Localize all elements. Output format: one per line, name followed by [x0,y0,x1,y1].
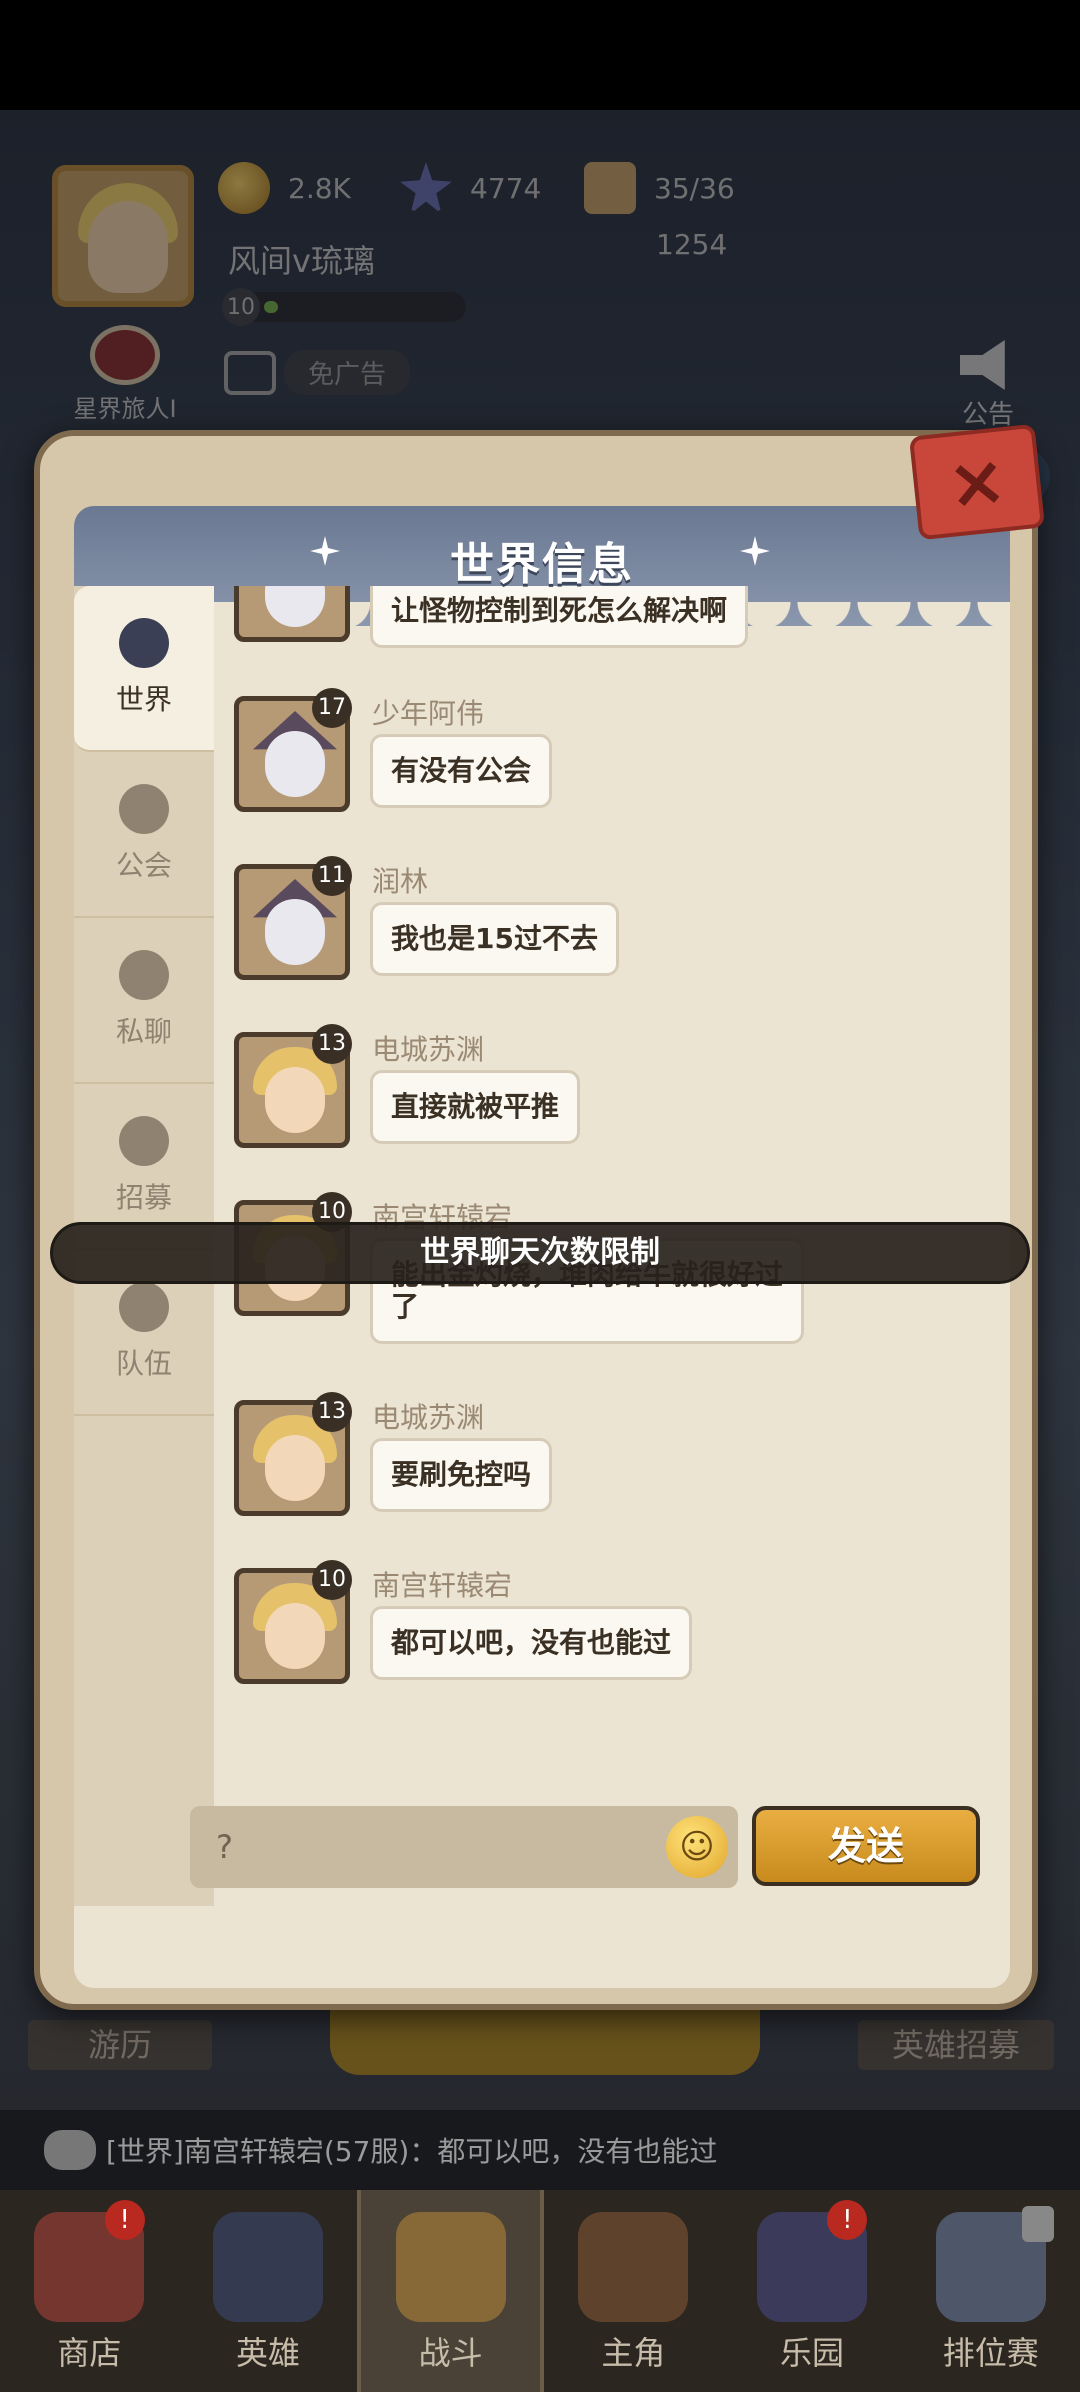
tab-guild-label: 公会 [115,849,172,882]
message-bubble: 我也是15过不去 [370,902,619,976]
chat-ticker[interactable]: [世界]南宫轩辕宕(57服)：都可以吧，没有也能过 [0,2110,1080,2190]
owl-icon [578,2212,689,2322]
world-chat-dialog: 世界 公会 私聊 招募 队伍 让怪物控制到死怎么解决啊 17 少年阿伟 有没有公… [34,423,1046,2010]
avatar-face [265,1067,325,1133]
sender-level-badge: 10 [312,1560,352,1600]
hero-cards-icon [213,2212,323,2322]
sender-level-badge: 11 [312,856,352,896]
message-bubble: 有没有公会 [370,734,553,808]
sender-avatar[interactable] [234,586,350,642]
sender-name[interactable]: 南宫轩辕宕 [372,1564,512,1604]
bottom-nav: 商店 ! 英雄 战斗 主角 乐园 ! 排位赛 [0,2190,1080,2392]
nav-ranked[interactable]: 排位赛 [901,2190,1080,2392]
nav-battle[interactable]: 战斗 [357,2190,545,2392]
chat-icon [44,2130,96,2170]
planet-icon [119,618,169,668]
nav-shop[interactable]: 商店 ! [0,2190,179,2392]
close-icon: × [943,438,1011,526]
sender-name[interactable]: 少年阿伟 [372,692,484,732]
nav-battle-label: 战斗 [418,2334,483,2372]
tab-guild[interactable]: 公会 [74,752,214,918]
guild-icon [119,784,169,834]
sender-name[interactable]: 电城苏渊 [372,1396,484,1436]
message-bubble: 要刷免控吗 [370,1438,553,1512]
chat-input[interactable]: ? ☺ [190,1806,738,1888]
flag-icon [119,1116,169,1166]
sender-name[interactable]: 电城苏渊 [372,1028,484,1068]
close-button[interactable]: × [908,423,1046,541]
tab-recruit-label: 招募 [115,1181,172,1214]
dialog-title: 世界信息 [450,539,634,590]
tab-team-label: 队伍 [115,1347,172,1380]
crossed-swords-icon [395,2212,506,2322]
chat-limit-toast: 世界聊天次数限制 [50,1222,1030,1284]
sender-level-badge: 17 [312,688,352,728]
nav-heroes[interactable]: 英雄 [179,2190,358,2392]
ticker-text: [世界]南宫轩辕宕(57服)：都可以吧，没有也能过 [106,2135,718,2168]
chat-bubble-icon [119,950,169,1000]
avatar-face [265,1603,325,1669]
tab-world-label: 世界 [115,683,172,716]
nav-heroes-label: 英雄 [236,2334,301,2372]
status-bar [0,0,1080,110]
message-bubble: 让怪物控制到死怎么解决啊 [370,586,749,648]
sender-level-badge: 13 [312,1392,352,1432]
tab-world[interactable]: 世界 [74,586,214,752]
avatar-face [265,899,325,965]
avatar-face [265,586,325,627]
send-button[interactable]: 发送 [752,1806,980,1886]
nav-paradise-label: 乐园 [780,2334,845,2372]
nav-protagonist-label: 主角 [601,2334,666,2372]
tab-private[interactable]: 私聊 [74,918,214,1084]
team-icon [119,1282,169,1332]
lock-icon [1022,2206,1055,2242]
chat-message-list[interactable]: 让怪物控制到死怎么解决啊 17 少年阿伟 有没有公会 11 润林 我也是15过不… [234,586,994,1696]
avatar-face [265,731,325,797]
shop-alert-badge: ! [104,2200,145,2240]
chat-input-value: ? [216,1828,233,1866]
nav-shop-label: 商店 [57,2334,122,2372]
sender-level-badge: 13 [312,1024,352,1064]
avatar-face [265,1435,325,1501]
message-bubble: 都可以吧，没有也能过 [370,1606,693,1680]
sender-name[interactable]: 润林 [372,860,428,900]
emoji-icon[interactable]: ☺ [666,1816,728,1878]
nav-protagonist[interactable]: 主角 [544,2190,723,2392]
nav-paradise[interactable]: 乐园 ! [723,2190,902,2392]
message-bubble: 直接就被平推 [370,1070,581,1144]
nav-ranked-label: 排位赛 [942,2334,1039,2372]
tab-private-label: 私聊 [115,1015,172,1048]
